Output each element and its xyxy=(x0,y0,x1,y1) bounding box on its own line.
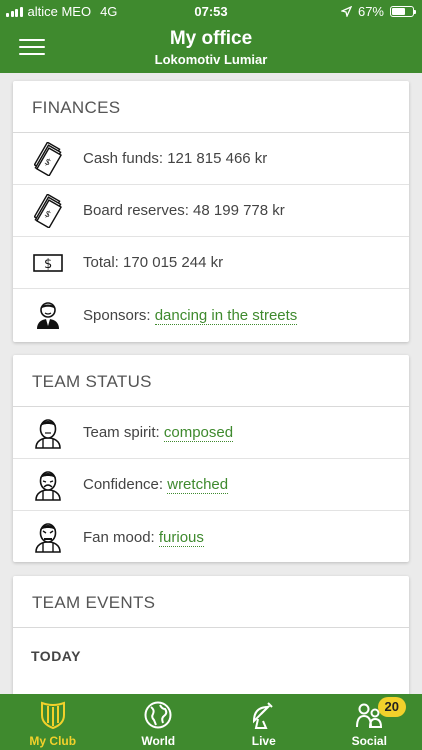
status-bar: altice MEO 4G 07:53 67% xyxy=(0,0,422,22)
confidence-row: Confidence: wretched xyxy=(13,459,409,511)
club-name: Lokomotiv Lumiar xyxy=(154,52,268,67)
confidence-label: Confidence: xyxy=(83,476,168,493)
tab-live[interactable]: Live xyxy=(211,694,317,750)
confidence-link[interactable]: wretched xyxy=(167,476,229,494)
globe-icon xyxy=(144,701,172,729)
total-value: 170 015 244 kr xyxy=(123,254,224,271)
board-reserves-row: $ Board reserves: 48 199 778 kr xyxy=(13,185,409,237)
team-events-title: TEAM EVENTS xyxy=(13,576,409,628)
player-face-neutral-icon xyxy=(35,418,61,449)
top-bar: altice MEO 4G 07:53 67% My office Lokomo… xyxy=(0,0,422,73)
page-title: My office xyxy=(169,28,253,49)
social-notification-badge: 20 xyxy=(377,697,406,717)
battery-percent: 67% xyxy=(357,4,384,19)
board-reserves-label: Board reserves: xyxy=(83,202,194,219)
tab-world[interactable]: World xyxy=(106,694,212,750)
svg-text:$: $ xyxy=(44,257,52,272)
fan-mood-label: Fan mood: xyxy=(83,528,159,546)
businessman-icon xyxy=(37,302,59,329)
banknote-icon: $ xyxy=(33,253,63,272)
shield-icon xyxy=(40,701,65,729)
finances-card: FINANCES $ Cash funds: 121 815 466 kr $ … xyxy=(13,81,409,342)
tab-my-club[interactable]: My Club xyxy=(0,694,106,750)
main-content[interactable]: FINANCES $ Cash funds: 121 815 466 kr $ … xyxy=(0,73,422,694)
team-status-card: TEAM STATUS Team spirit: composed Confid… xyxy=(13,355,409,562)
player-face-sad-icon xyxy=(35,470,61,501)
board-reserves-value: 48 199 778 kr xyxy=(193,202,285,219)
location-arrow-icon xyxy=(340,6,352,17)
tab-world-label: World xyxy=(141,734,176,748)
cash-funds-value: 121 815 466 kr xyxy=(167,150,268,167)
fan-mood-link[interactable]: furious xyxy=(158,528,204,547)
finances-title: FINANCES xyxy=(13,81,409,133)
today-heading: TODAY xyxy=(31,648,81,664)
team-events-card: TEAM EVENTS TODAY xyxy=(13,576,409,694)
team-spirit-row: Team spirit: composed xyxy=(13,407,409,459)
tab-social-label: Social xyxy=(351,734,387,748)
team-spirit-label: Team spirit: xyxy=(83,424,164,441)
player-face-angry-icon xyxy=(35,523,61,553)
team-status-title: TEAM STATUS xyxy=(13,355,409,407)
money-stack-icon: $ xyxy=(34,193,62,228)
tab-social[interactable]: 20 Social xyxy=(317,694,422,750)
tab-my-club-label: My Club xyxy=(29,734,77,748)
tab-live-label: Live xyxy=(251,734,276,748)
total-label: Total: xyxy=(83,254,124,271)
satellite-dish-icon xyxy=(252,702,273,729)
money-stack-icon: $ xyxy=(34,141,62,176)
cash-funds-row: $ Cash funds: 121 815 466 kr xyxy=(13,133,409,185)
team-spirit-link[interactable]: composed xyxy=(163,424,234,442)
sponsors-label: Sponsors: xyxy=(83,306,155,324)
battery-icon xyxy=(390,6,416,17)
total-row: $ Total: 170 015 244 kr xyxy=(13,237,409,289)
sponsors-row: Sponsors: dancing in the streets xyxy=(13,289,409,341)
cash-funds-label: Cash funds: xyxy=(83,150,168,167)
sponsors-link[interactable]: dancing in the streets xyxy=(154,306,298,325)
fan-mood-row: Fan mood: furious xyxy=(13,511,409,563)
bottom-tab-bar: My Club World Live 20 Social xyxy=(0,694,422,750)
